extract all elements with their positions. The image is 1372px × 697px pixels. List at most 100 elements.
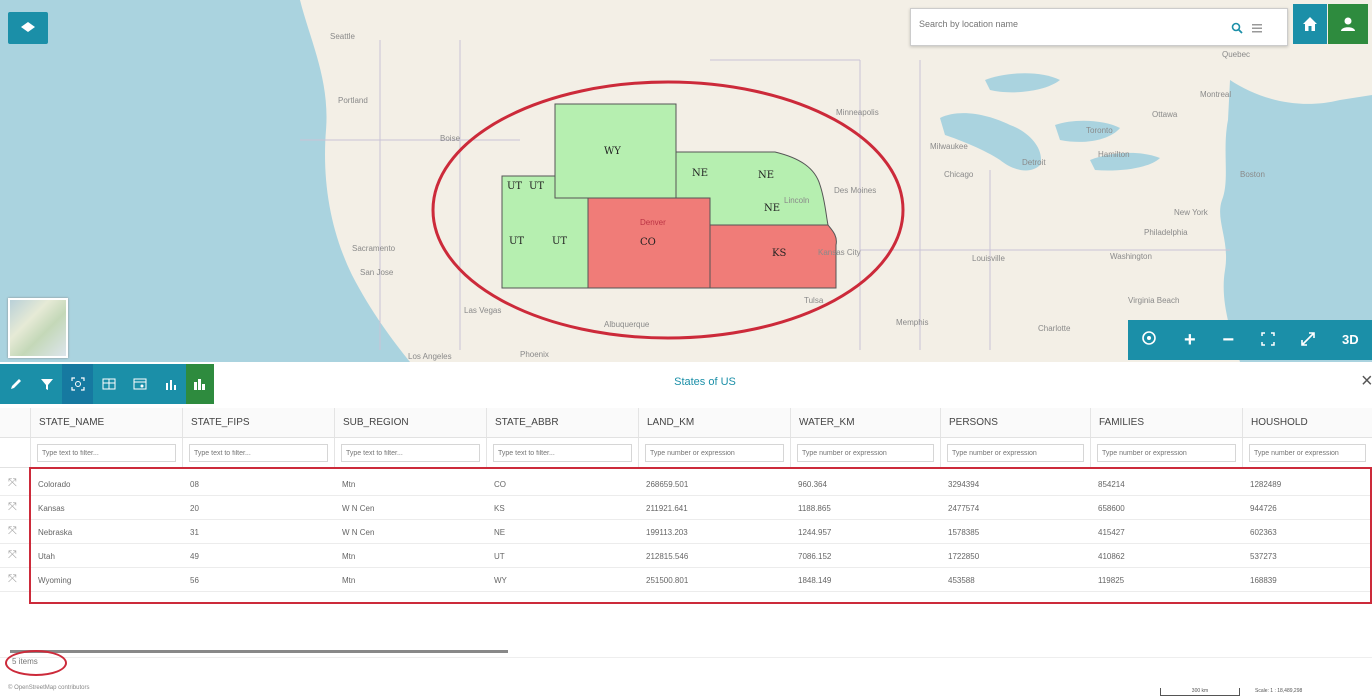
layers-button[interactable] <box>8 12 48 44</box>
filter-input[interactable] <box>1249 444 1366 462</box>
filter-input[interactable] <box>493 444 632 462</box>
search-bar <box>910 8 1288 46</box>
filter-input[interactable] <box>947 444 1084 462</box>
horizontal-scrollbar[interactable] <box>10 650 508 653</box>
column-header[interactable]: LAND_KM <box>638 408 790 437</box>
filter-input[interactable] <box>1097 444 1236 462</box>
table-cell: Wyoming <box>38 576 72 585</box>
chart-icon <box>165 380 176 390</box>
filter-cell <box>334 438 486 467</box>
table-cell: UT <box>494 552 505 561</box>
place-label: Boise <box>440 134 461 143</box>
filter-input[interactable] <box>341 444 480 462</box>
zoom-to-button[interactable] <box>62 364 93 404</box>
table-row[interactable]: ⤧ Colorado 08 Mtn CO 268659.501 960.364 3294394… <box>0 472 1372 496</box>
table-cell: 268659.501 <box>646 480 689 489</box>
background-selector[interactable] <box>8 298 68 358</box>
table-cell: Mtn <box>342 480 356 489</box>
place-label: Chicago <box>944 170 974 179</box>
column-header[interactable]: PERSONS <box>940 408 1090 437</box>
widgets-button[interactable] <box>186 364 214 404</box>
column-header[interactable]: SUB_REGION <box>334 408 486 437</box>
map-navigation-bar: + − 3D <box>1128 320 1372 360</box>
filter-cell <box>182 438 334 467</box>
state-label-ne: NE <box>758 170 775 181</box>
place-label: Las Vegas <box>464 306 502 315</box>
table-row[interactable]: ⤧ Kansas 20 W N Cen KS 211921.641 1188.865 2477… <box>0 496 1372 520</box>
table-cell: Kansas <box>38 504 65 513</box>
fullscreen-icon[interactable] <box>1301 330 1316 350</box>
place-label: Los Angeles <box>408 352 452 361</box>
table-cell: 168839 <box>1250 576 1277 585</box>
state-label-ks: KS <box>772 248 787 259</box>
table-cell: 602363 <box>1250 528 1277 537</box>
filter-input[interactable] <box>645 444 784 462</box>
map-attribution[interactable]: © OpenStreetMap contributors <box>8 685 89 691</box>
column-header[interactable]: STATE_NAME <box>30 408 182 437</box>
zoom-to-feature-icon[interactable]: ⤧ <box>8 477 17 490</box>
table-row[interactable]: ⤧ Nebraska 31 W N Cen NE 199113.203 1244.957 15… <box>0 520 1372 544</box>
home-button[interactable] <box>1293 4 1327 44</box>
filter-cell <box>940 438 1090 467</box>
table-cell: W N Cen <box>342 528 375 537</box>
filter-cell <box>30 438 182 467</box>
edit-button[interactable] <box>0 364 31 404</box>
column-header[interactable]: HOUSHOLD <box>1242 408 1372 437</box>
close-icon[interactable]: × <box>1361 370 1372 393</box>
minus-icon[interactable]: − <box>1222 330 1234 350</box>
table-cell: 415427 <box>1098 528 1125 537</box>
filter-cell <box>790 438 940 467</box>
table-cell: 944726 <box>1250 504 1277 513</box>
scale-bar-distance: 300 km <box>1160 688 1240 696</box>
column-header[interactable]: FAMILIES <box>1090 408 1242 437</box>
plus-icon[interactable]: + <box>1184 330 1196 350</box>
zoom-to-feature-icon[interactable]: ⤧ <box>8 573 17 586</box>
table-cell: CO <box>494 480 506 489</box>
edit-icon <box>10 379 21 389</box>
zoom-to-feature-icon[interactable]: ⤧ <box>8 549 17 562</box>
table-settings-button[interactable] <box>124 364 155 404</box>
map-view[interactable]: Seattle Portland Boise Sacramento San Jo… <box>0 0 1372 362</box>
state-label-ne: NE <box>692 168 709 179</box>
table-cell: 1578385 <box>948 528 980 537</box>
column-header[interactable]: WATER_KM <box>790 408 940 437</box>
zoom-to-feature-icon[interactable]: ⤧ <box>8 525 17 538</box>
column-header[interactable]: STATE_ABBR <box>486 408 638 437</box>
3d-button[interactable]: 3D <box>1342 330 1359 350</box>
filter-cell <box>1242 438 1372 467</box>
search-input[interactable] <box>919 19 1209 29</box>
filter-input[interactable] <box>37 444 176 462</box>
table-cell: Mtn <box>342 576 356 585</box>
place-label: Louisville <box>972 254 1005 263</box>
state-label-wy: WY <box>604 146 621 157</box>
search-icon[interactable] <box>1231 22 1243 34</box>
table-cell: 251500.801 <box>646 576 689 585</box>
table-cell: Mtn <box>342 552 356 561</box>
table-cell: 49 <box>190 552 199 561</box>
menu-icon[interactable] <box>1251 22 1263 34</box>
state-label-ut: UT <box>529 181 545 192</box>
table-cell: 211921.641 <box>646 504 688 513</box>
locate-icon[interactable] <box>1141 330 1157 350</box>
place-label: Montreal <box>1200 90 1232 99</box>
table-cell: 08 <box>190 480 199 489</box>
table-button[interactable] <box>93 364 124 404</box>
user-button[interactable] <box>1328 4 1368 44</box>
table-row[interactable]: ⤧ Wyoming 56 Mtn WY 251500.801 1848.149 453588 1… <box>0 568 1372 592</box>
place-label: Lincoln <box>784 196 810 205</box>
table-cell: 1282489 <box>1250 480 1282 489</box>
filter-input[interactable] <box>189 444 328 462</box>
app-root: Seattle Portland Boise Sacramento San Jo… <box>0 0 1372 697</box>
chart-button[interactable] <box>155 364 186 404</box>
zoom-to-feature-icon[interactable]: ⤧ <box>8 501 17 514</box>
table-row[interactable]: ⤧ Utah 49 Mtn UT 212815.546 7086.152 1722850 410… <box>0 544 1372 568</box>
column-header[interactable]: STATE_FIPS <box>182 408 334 437</box>
extent-icon[interactable] <box>1260 330 1275 350</box>
filter-row <box>0 438 1372 468</box>
place-label: Des Moines <box>834 186 877 195</box>
place-label: Kansas City <box>818 248 861 257</box>
filter-input[interactable] <box>797 444 934 462</box>
table-cell: 1188.865 <box>798 504 831 513</box>
filter-button[interactable] <box>31 364 62 404</box>
place-label: Detroit <box>1022 158 1046 167</box>
